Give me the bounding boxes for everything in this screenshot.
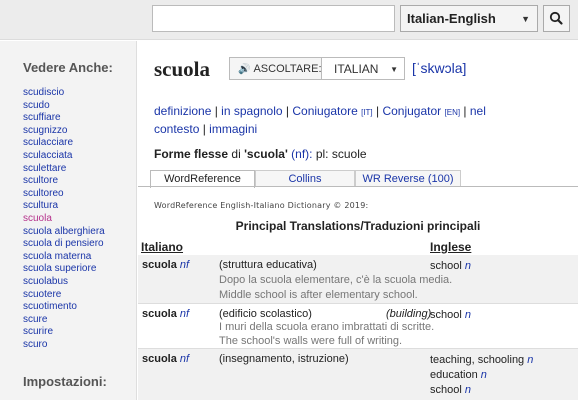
sidebar-item-scuola-materna[interactable]: scuola materna [23, 251, 105, 264]
dictionary-copyright: WordReference English-Italiano Dictionar… [154, 201, 369, 210]
sidebar-item-scuola-di-pensiero[interactable]: scuola di pensiero [23, 238, 105, 251]
sidebar-item-scurire[interactable]: scurire [23, 326, 105, 339]
forms-pos: (nf): [291, 147, 313, 161]
example-english: The school's walls were full of writing. [219, 335, 403, 347]
top-search-bar: Italian-English ▼ [0, 0, 578, 40]
sidebar-item-scugnizzo[interactable]: scugnizzo [23, 125, 105, 138]
row-headword: scuola nf [142, 259, 189, 271]
dictionary-select[interactable]: Italian-English ▼ [400, 5, 538, 32]
row-headword: scuola nf [142, 308, 189, 320]
row-context-english: (building) [386, 308, 432, 320]
sidebar-item-scuola-alberghiera[interactable]: scuola alberghiera [23, 226, 105, 239]
translation-line: education n [430, 368, 533, 383]
sidebar-item-scultoreo[interactable]: scultoreo [23, 188, 105, 201]
sidebar-item-scudiscio[interactable]: scudiscio [23, 87, 105, 100]
forms-of: di [231, 147, 241, 161]
sidebar-item-scultore[interactable]: scultore [23, 175, 105, 188]
row-translation: teaching, schooling n education n school… [430, 353, 533, 398]
sidebar-item-scultura[interactable]: scultura [23, 200, 105, 213]
sidebar-item-scuola-superiore[interactable]: scuola superiore [23, 263, 105, 276]
link-coniugatore-label: Coniugatore [292, 104, 358, 118]
forms-plural: pl: scuole [315, 147, 367, 161]
search-icon [549, 11, 563, 25]
row-headword-text: scuola [142, 353, 177, 365]
headword-title: scuola [154, 57, 211, 81]
search-button[interactable] [543, 5, 570, 32]
example-english: Middle school is after elementary school… [219, 289, 418, 301]
translation-pos: n [464, 309, 471, 321]
link-spagnolo[interactable]: in spagnolo [221, 104, 282, 118]
settings-heading: Impostazioni: [23, 374, 107, 389]
link-coniugatore-tag: [IT] [361, 108, 373, 117]
link-immagini[interactable]: immagini [209, 122, 257, 136]
translation-pos: n [464, 260, 471, 272]
row-headword-text: scuola [142, 308, 177, 320]
sidebar-item-scuffiare[interactable]: scuffiare [23, 112, 105, 125]
row-pos: nf [179, 259, 190, 271]
section-title: Principal Translations/Traduzioni princi… [235, 219, 481, 233]
row-translation: school n [430, 259, 471, 274]
translation-text: education [430, 369, 478, 381]
link-conjugator-tag: [EN] [444, 108, 461, 117]
translation-text: school [430, 260, 462, 272]
example-italian: Dopo la scuola elementare, c'è la scuola… [219, 274, 453, 286]
column-header-english: Inglese [430, 240, 472, 254]
row-pos: nf [179, 308, 190, 320]
sidebar-item-scuotere[interactable]: scuotere [23, 289, 105, 302]
dictionary-select-value: Italian-English [407, 11, 496, 26]
link-definizione[interactable]: definizione [154, 104, 211, 118]
sidebar-item-scuolabus[interactable]: scuolabus [23, 276, 105, 289]
sidebar-item-scudo[interactable]: scudo [23, 100, 105, 113]
tabs-divider [138, 186, 578, 187]
sidebar-item-scure[interactable]: scure [23, 314, 105, 327]
translation-pos: n [480, 369, 487, 381]
accent-select[interactable]: ITALIAN ▼ [321, 57, 405, 80]
translation-row: scuola nf (insegnamento, istruzione) teac… [138, 349, 578, 400]
translation-text: school [430, 309, 462, 321]
link-conjugator[interactable]: Conjugator [EN] [382, 104, 460, 118]
row-context: (struttura educativa) [219, 259, 317, 271]
inflected-forms: Forme flesse di 'scuola' (nf): pl: scuol… [154, 147, 367, 161]
listen-label: ASCOLTARE: [253, 63, 322, 75]
translation-text: school [430, 384, 462, 396]
sidebar-item-sculacciare[interactable]: sculacciare [23, 137, 105, 150]
translation-pos: n [464, 384, 471, 396]
speaker-icon: 🔊 [238, 64, 251, 75]
see-also-list: scudiscio scudo scuffiare scugnizzo sculacci… [23, 87, 105, 351]
related-links: definizione | in spagnolo | Coniugatore … [154, 104, 486, 136]
sidebar-item-sculacciata[interactable]: sculacciata [23, 150, 105, 163]
translation-line: school n [430, 383, 533, 398]
translation-row: scuola nf (edificio scolastico) (building… [138, 304, 578, 349]
accent-select-value: ITALIAN [334, 62, 379, 76]
chevron-down-icon: ▼ [390, 65, 398, 74]
sidebar: Vedere Anche: scudiscio scudo scuffiare scu… [0, 41, 137, 400]
sidebar-item-scuotimento[interactable]: scuotimento [23, 301, 105, 314]
link-coniugatore[interactable]: Coniugatore [IT] [292, 104, 372, 118]
row-context: (edificio scolastico) [219, 308, 312, 320]
row-headword-text: scuola [142, 259, 177, 271]
translation-pos: n [527, 354, 534, 366]
tab-collins[interactable]: Collins [255, 170, 355, 187]
sidebar-item-scuola[interactable]: scuola [23, 213, 105, 226]
see-also-heading: Vedere Anche: [23, 60, 113, 75]
row-pos: nf [179, 353, 190, 365]
translation-line: teaching, schooling n [430, 353, 533, 368]
translation-text: teaching, schooling [430, 354, 525, 366]
forms-label: Forme flesse [154, 147, 229, 161]
sidebar-item-scuro[interactable]: scuro [23, 339, 105, 352]
row-headword: scuola nf [142, 353, 189, 365]
row-translation: school n [430, 308, 471, 323]
search-input[interactable] [152, 5, 395, 32]
sidebar-item-sculettare[interactable]: sculettare [23, 163, 105, 176]
pronunciation-ipa: [ˈskwɔla] [412, 60, 467, 76]
row-context: (insegnamento, istruzione) [219, 353, 349, 365]
chevron-down-icon: ▼ [521, 14, 530, 24]
listen-button[interactable]: 🔊 ASCOLTARE: [229, 57, 322, 80]
translation-row: scuola nf (struttura educativa) school n … [138, 255, 578, 304]
example-italian: I muri della scuola erano imbrattati di … [219, 321, 435, 333]
tab-wr-reverse[interactable]: WR Reverse (100) [355, 170, 461, 187]
link-conjugator-label: Conjugator [382, 104, 442, 118]
column-header-italian: Italiano [141, 240, 184, 254]
forms-word: 'scuola' [244, 147, 288, 161]
